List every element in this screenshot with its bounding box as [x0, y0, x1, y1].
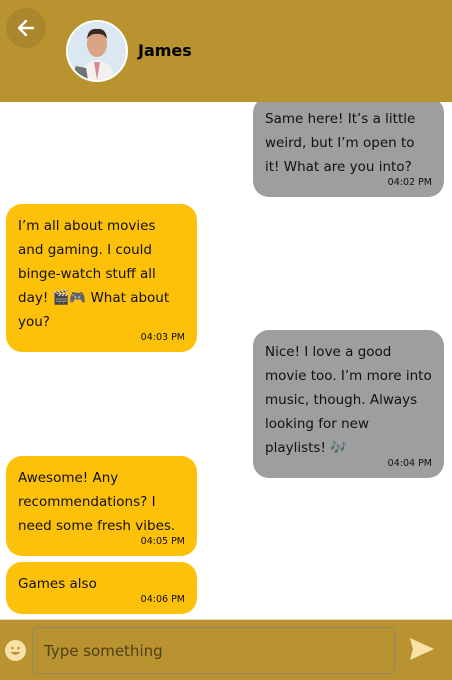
message-bubble-incoming: Awesome! Any recommendations? I need som… [6, 456, 197, 556]
avatar-image [68, 22, 126, 80]
emoji-button[interactable] [5, 640, 26, 661]
message-text: Games also [18, 576, 97, 592]
contact-avatar[interactable] [66, 20, 128, 82]
message-input[interactable] [32, 627, 395, 674]
arrow-left-icon [17, 19, 35, 37]
chat-header: James [0, 0, 452, 102]
message-text: Nice! I love a good movie too. I’m more … [265, 344, 432, 456]
contact-name[interactable]: James [138, 41, 192, 60]
message-bubble-outgoing: Same here! It’s a little weird, but I’m … [253, 97, 444, 197]
message-text: Awesome! Any recommendations? I need som… [18, 470, 176, 534]
back-button[interactable] [6, 8, 46, 48]
message-text: I’m all about movies and gaming. I could… [18, 218, 170, 330]
send-icon [410, 638, 434, 660]
message-bubble-incoming: I’m all about movies and gaming. I could… [6, 204, 197, 352]
message-bubble-outgoing: Nice! I love a good movie too. I’m more … [253, 330, 444, 478]
message-text: Same here! It’s a little weird, but I’m … [265, 111, 416, 175]
message-bubble-incoming: Games also 04:06 PM [6, 562, 197, 614]
smiley-icon [10, 646, 21, 655]
message-composer [0, 619, 452, 680]
send-button[interactable] [410, 638, 434, 664]
